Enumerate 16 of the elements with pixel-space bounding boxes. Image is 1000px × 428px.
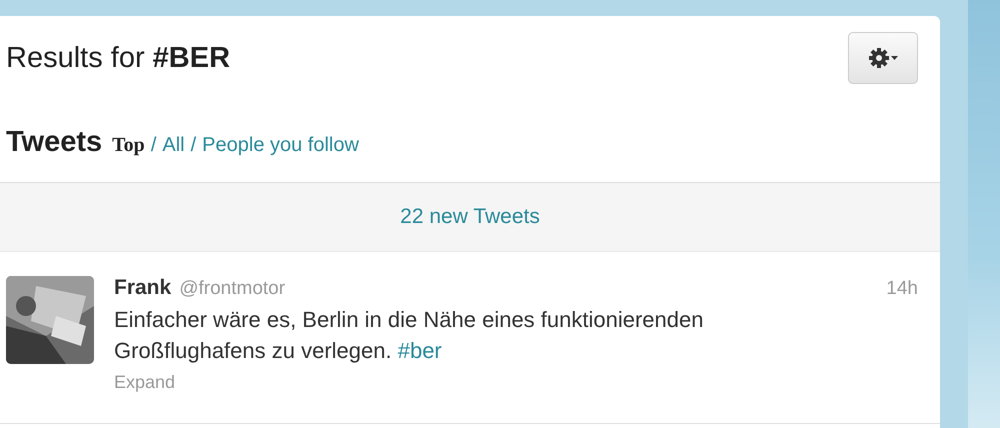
user-handle: @frontmotor [179, 278, 286, 300]
separator: / [190, 134, 196, 157]
settings-button[interactable] [848, 32, 918, 84]
hashtag-link[interactable]: #ber [398, 338, 442, 363]
user-name[interactable]: Frank [114, 276, 172, 300]
new-tweets-bar[interactable]: 22 new Tweets [0, 183, 940, 252]
expand-link[interactable]: Expand [114, 372, 918, 393]
tweet-time[interactable]: 14h [886, 278, 918, 300]
page-title: Results for #BER [6, 42, 230, 75]
section-title: Tweets [6, 126, 102, 159]
tweet-text: Einfacher wäre es, Berlin in die Nähe eines funktionierenden Großflughafens zu verlegen. #ber [114, 306, 704, 365]
gear-icon [868, 45, 898, 71]
filter-link[interactable]: Top [112, 134, 145, 157]
filter-link[interactable]: People you follow [202, 134, 359, 157]
filter-link[interactable]: All [162, 134, 185, 157]
separator: / [150, 134, 156, 157]
